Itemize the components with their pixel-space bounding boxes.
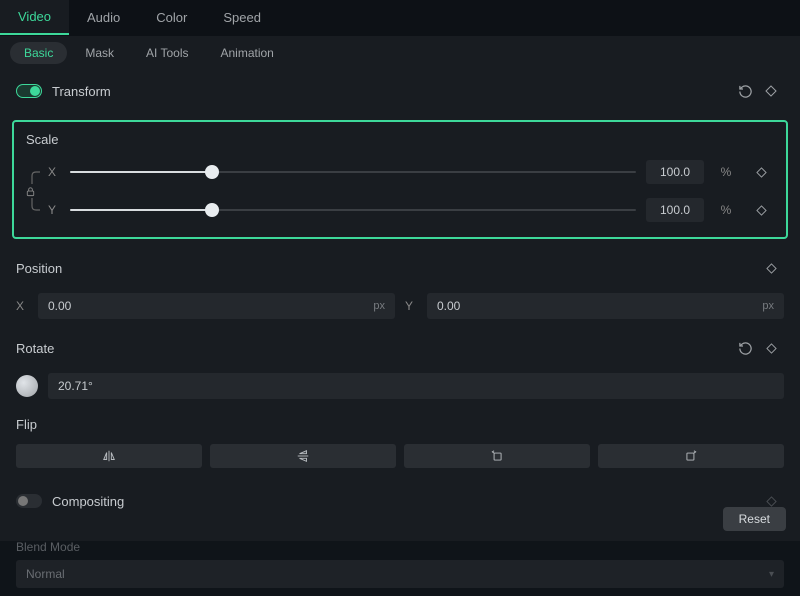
blendmode-select[interactable]: Normal ▾ bbox=[16, 560, 784, 588]
tab-speed[interactable]: Speed bbox=[205, 0, 279, 35]
rotate-label: Rotate bbox=[16, 341, 54, 356]
flip-vertical-button[interactable] bbox=[210, 444, 396, 468]
scale-y-unit: % bbox=[714, 203, 738, 217]
flip-horizontal-button[interactable] bbox=[16, 444, 202, 468]
scale-y-keyframe-icon[interactable] bbox=[748, 197, 774, 223]
scale-lock[interactable] bbox=[26, 169, 48, 213]
flip-label: Flip bbox=[16, 417, 37, 432]
position-keyframe-icon[interactable] bbox=[758, 255, 784, 281]
blendmode-label: Blend Mode bbox=[16, 540, 784, 554]
compositing-toggle[interactable] bbox=[16, 494, 42, 508]
tab-color[interactable]: Color bbox=[138, 0, 205, 35]
position-x-field[interactable]: 0.00 px bbox=[38, 293, 395, 319]
scale-x-label: X bbox=[48, 165, 60, 179]
scale-x-unit: % bbox=[714, 165, 738, 179]
rotate-keyframe-icon[interactable] bbox=[758, 335, 784, 361]
subtab-basic[interactable]: Basic bbox=[10, 42, 67, 64]
tab-video[interactable]: Video bbox=[0, 0, 69, 35]
rotate-reset-icon[interactable] bbox=[732, 335, 758, 361]
tab-audio[interactable]: Audio bbox=[69, 0, 138, 35]
transform-label: Transform bbox=[52, 84, 111, 99]
scale-y-value[interactable]: 100.0 bbox=[646, 198, 704, 222]
main-tabs: Video Audio Color Speed bbox=[0, 0, 800, 36]
scale-section: Scale X 100.0 bbox=[12, 120, 788, 239]
scale-x-slider[interactable] bbox=[70, 165, 636, 179]
keyframe-icon[interactable] bbox=[758, 78, 784, 104]
subtab-mask[interactable]: Mask bbox=[71, 42, 128, 64]
transform-toggle[interactable] bbox=[16, 84, 42, 98]
rotate-value[interactable]: 20.71° bbox=[48, 373, 784, 399]
sub-tabs: Basic Mask AI Tools Animation bbox=[0, 36, 800, 70]
compositing-label: Compositing bbox=[52, 494, 124, 509]
scale-x-keyframe-icon[interactable] bbox=[748, 159, 774, 185]
rotate-dial[interactable] bbox=[16, 375, 38, 397]
position-x-label: X bbox=[16, 299, 28, 313]
position-y-label: Y bbox=[405, 299, 417, 313]
chevron-down-icon: ▾ bbox=[769, 569, 774, 580]
scale-label: Scale bbox=[26, 132, 774, 147]
subtab-aitools[interactable]: AI Tools bbox=[132, 42, 202, 64]
subtab-animation[interactable]: Animation bbox=[206, 42, 287, 64]
position-label: Position bbox=[16, 261, 62, 276]
rotate-ccw-button[interactable] bbox=[404, 444, 590, 468]
reset-button[interactable]: Reset bbox=[723, 507, 786, 531]
reset-icon[interactable] bbox=[732, 78, 758, 104]
scale-y-slider[interactable] bbox=[70, 203, 636, 217]
rotate-cw-button[interactable] bbox=[598, 444, 784, 468]
scale-y-label: Y bbox=[48, 203, 60, 217]
position-y-field[interactable]: 0.00 px bbox=[427, 293, 784, 319]
scale-x-value[interactable]: 100.0 bbox=[646, 160, 704, 184]
